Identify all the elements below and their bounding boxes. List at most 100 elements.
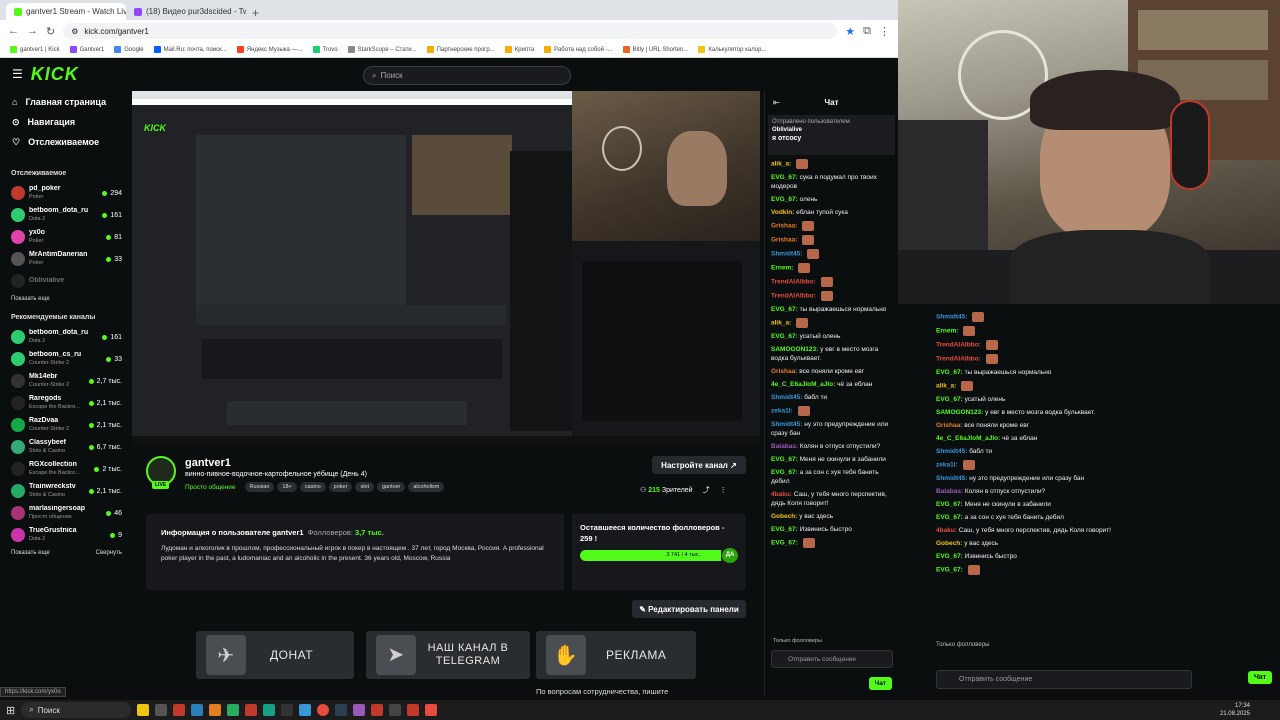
chat-username[interactable]: EVG_67:	[771, 469, 798, 476]
taskbar-clock[interactable]: 17:34 21.08.2025	[1220, 702, 1250, 718]
back-icon[interactable]: ←	[8, 25, 19, 37]
tag-chip[interactable]: Russian	[244, 482, 275, 492]
chat-username[interactable]: Vodkin:	[771, 209, 794, 216]
chat-username[interactable]: Shmidt45:	[936, 448, 967, 455]
sidebar-channel[interactable]: Mk14ebr Counter-Strike 2 2,7 тыс.	[0, 370, 130, 392]
taskbar-app-icon[interactable]	[407, 704, 420, 716]
extensions-icon[interactable]: ⧉	[863, 25, 871, 38]
chat-username[interactable]: EVG_67:	[771, 196, 798, 203]
chat-username[interactable]: EVG_67:	[771, 306, 798, 313]
reload-icon[interactable]: ↻	[46, 25, 55, 38]
sidebar-nav-home[interactable]: ⌂ Главная страница	[0, 92, 130, 112]
sidebar-channel[interactable]: Trainwreckstv Slots & Casino 2,1 тыс.	[0, 480, 130, 502]
taskbar-app-icon[interactable]	[425, 704, 438, 716]
taskbar-app-icon[interactable]	[155, 704, 168, 716]
player-controls[interactable]	[132, 436, 760, 446]
search-input[interactable]: ⌕ Поиск	[363, 66, 571, 85]
donate-panel-button[interactable]: ✈ ДОНАТ	[196, 631, 354, 679]
chat-username[interactable]: EVG_67:	[771, 456, 798, 463]
sidebar-channel[interactable]: yx0o Poker 81	[0, 226, 130, 248]
chat-username[interactable]: Shmidt45:	[771, 421, 802, 428]
hamburger-menu-icon[interactable]: ☰	[12, 67, 23, 81]
tag-chip[interactable]: gantver	[377, 482, 406, 492]
chat-username[interactable]: alik_a:	[771, 320, 791, 327]
taskbar-app-icon[interactable]	[173, 704, 186, 716]
menu-icon[interactable]: ⋮	[879, 25, 890, 38]
tag-chip[interactable]: slot	[355, 482, 374, 492]
bookmark-item[interactable]: Trovo	[312, 46, 338, 53]
chat-username[interactable]: Grishaa:	[936, 422, 962, 429]
bookmark-item[interactable]: Калькулятор калор...	[698, 46, 766, 53]
bookmark-item[interactable]: StarkScope – Стати...	[347, 46, 417, 53]
taskbar-app-icon[interactable]	[209, 704, 222, 716]
chat-input[interactable]: Отправить сообщение	[771, 650, 893, 668]
show-more-recommended[interactable]: Показать еще	[11, 550, 50, 556]
chat-username[interactable]: EVG_67:	[936, 369, 963, 376]
chat-username[interactable]: 4e_C_E6aJloM_aJlo:	[936, 435, 1000, 442]
chat-username[interactable]: Grishaa:	[771, 223, 797, 230]
chat-username[interactable]: EVG_67:	[771, 526, 798, 533]
bookmark-item[interactable]: Партнерские прогр...	[426, 46, 495, 53]
bookmark-item[interactable]: Gantver1	[69, 46, 104, 53]
chat-username[interactable]: zeka1l:	[936, 462, 958, 469]
chat-username[interactable]: alik_a:	[936, 383, 956, 390]
bookmark-star-icon[interactable]: ★	[845, 25, 855, 38]
taskbar-app-icon[interactable]	[281, 704, 294, 716]
chat-username[interactable]: EVG_67:	[936, 501, 963, 508]
chat-username[interactable]: Balabas:	[936, 488, 963, 495]
chat-username[interactable]: Ernem:	[771, 265, 793, 272]
chat-username[interactable]: Shmidt45:	[936, 475, 967, 482]
chat-username[interactable]: Shmidt45:	[936, 314, 967, 321]
bookmark-item[interactable]: Mail.Ru: почта, поиск...	[153, 46, 227, 53]
bookmark-item[interactable]: Яндекс Музыка —...	[236, 46, 303, 53]
chat-username[interactable]: Balabas:	[771, 443, 798, 450]
taskbar-app-icon[interactable]	[389, 704, 402, 716]
stream-category[interactable]: Просто общение	[185, 484, 236, 491]
sidebar-channel[interactable]: RazDvaa Counter-Strike 2 2,1 тыс.	[0, 414, 130, 436]
chat-username[interactable]: EVG_67:	[936, 567, 963, 574]
chat-username[interactable]: SAMOGON123:	[771, 346, 818, 353]
sidebar-channel[interactable]: betboom_dota_ru Dota 2 161	[0, 204, 130, 226]
bookmark-item[interactable]: Bitly | URL Shorten...	[622, 46, 688, 53]
setup-channel-button[interactable]: Настройте канал ↗	[652, 456, 746, 474]
tag-chip[interactable]: 18+	[277, 482, 297, 492]
sidebar-channel[interactable]: RGXcollection Escape the Backro... 2 тыс.	[0, 458, 130, 480]
sidebar-channel[interactable]: Classybeef Slots & Casino 6,7 тыс.	[0, 436, 130, 458]
obs-chat-send-button[interactable]: Чат	[1248, 671, 1273, 684]
tag-chip[interactable]: poker	[328, 482, 353, 492]
telegram-panel-button[interactable]: ➤ НАШ КАНАЛ В TELEGRAM	[366, 631, 530, 679]
chat-username[interactable]: EVG_67:	[771, 333, 798, 340]
sidebar-channel[interactable]: Oblivialive	[0, 270, 130, 292]
share-icon[interactable]: ⤴	[703, 485, 710, 495]
ads-panel-button[interactable]: ✋ РЕКЛАМА	[536, 631, 696, 679]
chat-username[interactable]: Shmidt45:	[771, 251, 802, 258]
taskbar-app-icon[interactable]	[335, 704, 348, 716]
forward-icon[interactable]: →	[27, 25, 38, 37]
collapse-link[interactable]: Свернуть	[96, 550, 122, 556]
taskbar-app-icon[interactable]	[299, 704, 312, 716]
sidebar-channel[interactable]: Raregods Escape the Backro... 2,1 тыс.	[0, 392, 130, 414]
bookmark-item[interactable]: Работа над собой -...	[544, 46, 613, 53]
taskbar-app-icon[interactable]	[137, 704, 150, 716]
edit-panels-button[interactable]: ✎ Редактировать панели	[632, 600, 746, 618]
chat-username[interactable]: Grishaa:	[771, 237, 797, 244]
chat-username[interactable]: 4e_C_E6aJloM_aJlo:	[771, 381, 835, 388]
chat-username[interactable]: EVG_67:	[936, 553, 963, 560]
taskbar-search[interactable]: ⌕ Поиск	[21, 702, 132, 718]
tag-chip[interactable]: casino	[299, 482, 326, 492]
start-menu-icon[interactable]: ⊞	[6, 704, 15, 717]
chat-username[interactable]: alik_a:	[771, 161, 791, 168]
bookmark-item[interactable]: Крипта	[504, 46, 534, 53]
chat-username[interactable]: Gobech:	[936, 540, 962, 547]
chat-username[interactable]: Gobech:	[771, 513, 797, 520]
bookmark-item[interactable]: Google	[114, 46, 144, 53]
chat-username[interactable]: TrendAIAIbbo:	[771, 279, 816, 286]
tag-chip[interactable]: alcoholism	[408, 482, 445, 492]
sidebar-channel[interactable]: betboom_cs_ru Counter-Strike 2 33	[0, 348, 130, 370]
taskbar-app-icon[interactable]	[227, 704, 240, 716]
tab-twitch[interactable]: (18) Видео pur3dscided - Twi	[126, 3, 246, 20]
chat-username[interactable]: 4baku:	[936, 527, 957, 534]
sidebar-channel[interactable]: MrAntimDanerian Poker 33	[0, 248, 130, 270]
chat-username[interactable]: TrendAIAIbbo:	[936, 342, 981, 349]
sidebar-channel[interactable]: pd_poker Poker 294	[0, 182, 130, 204]
